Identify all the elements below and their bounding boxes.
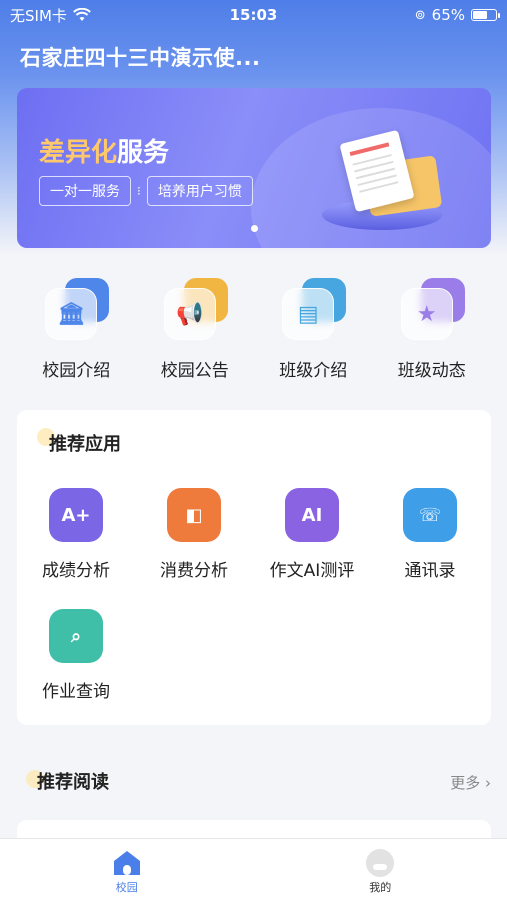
quick-entry-label: 班级动态 [397,361,466,381]
carousel-indicator [251,225,258,232]
app-label: 作业查询 [42,682,110,702]
app-contacts[interactable]: ☏ 通讯录 [371,488,489,581]
banner-title-highlight: 差异化 [39,138,118,168]
banner-tag: 培养用户习惯 [146,176,253,206]
building-icon: 🏛 [41,278,111,340]
homework-search-icon: ⌕ [49,609,103,663]
app-homework-query[interactable]: ⌕ 作业查询 [17,609,135,702]
app-spending-analysis[interactable]: ◧ 消费分析 [135,488,253,581]
app-label: 消费分析 [160,561,228,581]
battery-level [473,11,487,19]
quick-entry-label: 校园介绍 [42,361,111,381]
app-grade-analysis[interactable]: A+ 成绩分析 [17,488,135,581]
section-title: 推荐阅读 [37,772,109,793]
grade-report-icon: A+ [49,488,103,542]
recommended-apps-card: 推荐应用 A+ 成绩分析 ◧ 消费分析 AI 作文AI测评 ☏ 通讯录 ⌕ 作业… [17,410,491,725]
banner-tag: 一对一服务 [39,176,131,206]
tab-label: 校园 [115,881,138,894]
tag-separator-icon: ⁝ [137,184,141,198]
ai-scan-icon: AI [285,488,339,542]
quick-entry-class-intro[interactable]: ▤ 班级介绍 [263,278,363,381]
tab-label: 我的 [369,881,392,894]
megaphone-icon: 📢 [160,278,230,340]
tab-mine[interactable]: 我的 [254,839,507,900]
star-icon: ★ [397,278,467,340]
status-bar: 无SIM卡 15:03 ⊚ 65% [0,0,507,30]
home-icon [113,851,140,875]
banner-title: 差异化服务 [39,132,169,169]
tab-bar: 校园 我的 [0,838,507,900]
app-label: 作文AI测评 [269,561,355,581]
banner-tags: 一对一服务 ⁝ 培养用户习惯 [39,176,253,206]
blackboard-icon: ▤ [278,278,348,340]
page-title: 石家庄四十三中演示使... [20,46,261,70]
promo-banner[interactable]: 差异化服务 一对一服务 ⁝ 培养用户习惯 [17,88,491,248]
quick-entry-class-news[interactable]: ★ 班级动态 [382,278,482,381]
quick-entry-campus-intro[interactable]: 🏛 校园介绍 [26,278,126,381]
app-label: 通讯录 [404,561,456,581]
quick-entry-label: 校园公告 [160,361,229,381]
app-label: 成绩分析 [42,561,110,581]
battery-percent: 65% [431,6,465,24]
wallet-icon: ◧ [167,488,221,542]
app-essay-ai-review[interactable]: AI 作文AI测评 [253,488,371,581]
wifi-icon [73,8,91,21]
carrier-label: 无SIM卡 [10,6,67,25]
section-title: 推荐应用 [49,434,121,455]
more-link[interactable]: 更多 › [450,772,491,793]
tab-campus[interactable]: 校园 [0,839,254,900]
phone-book-icon: ☏ [403,488,457,542]
battery-icon [471,9,500,21]
quick-entry-label: 班级介绍 [279,361,348,381]
quick-entry-campus-notice[interactable]: 📢 校园公告 [145,278,245,381]
quick-entry-row: 🏛 校园介绍 📢 校园公告 ▤ 班级介绍 ★ 班级动态 [17,278,491,381]
clock: 15:03 [229,6,278,24]
profile-icon [366,849,395,877]
orientation-lock-icon: ⊚ [414,7,426,23]
apps-grid: A+ 成绩分析 ◧ 消费分析 AI 作文AI测评 ☏ 通讯录 ⌕ 作业查询 [17,488,491,702]
banner-title-rest: 服务 [117,138,170,168]
